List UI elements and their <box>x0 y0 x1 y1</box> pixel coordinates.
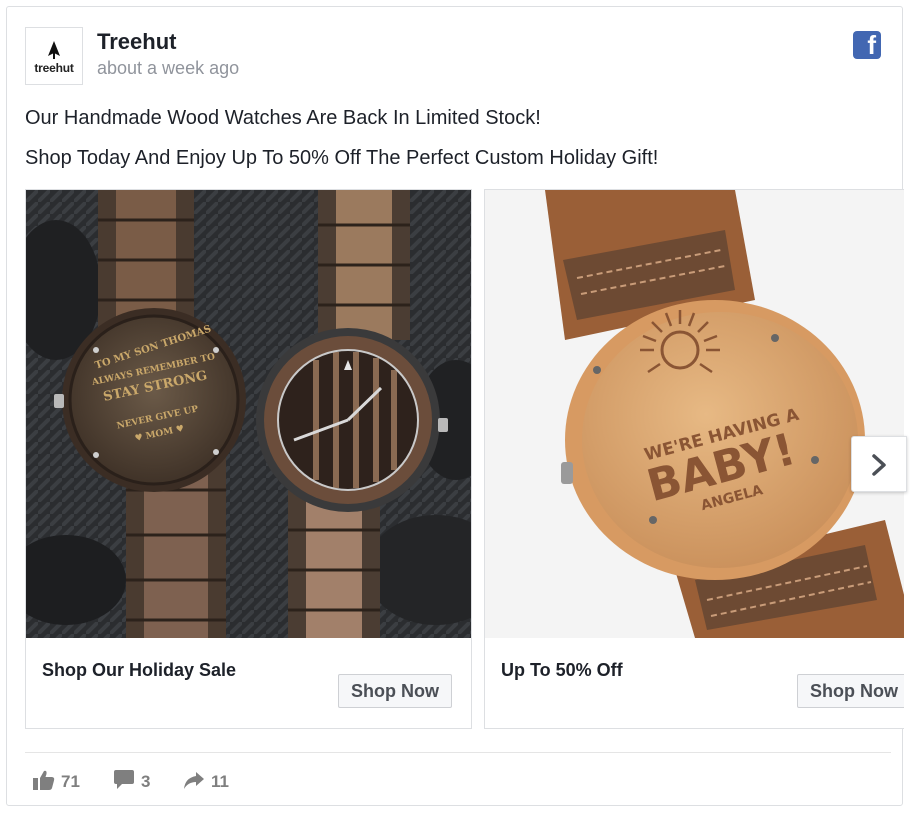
page-avatar[interactable]: treehut <box>25 27 83 85</box>
engraved-watch-photo[interactable]: WE'RE HAVING A BABY! ANGELA <box>485 190 904 638</box>
carousel-card-1[interactable]: TO MY SON THOMAS ALWAYS REMEMBER TO STAY… <box>25 189 472 729</box>
carousel: TO MY SON THOMAS ALWAYS REMEMBER TO STAY… <box>25 189 904 729</box>
carousel-next-button[interactable] <box>851 436 907 492</box>
watch-pair-photo[interactable]: TO MY SON THOMAS ALWAYS REMEMBER TO STAY… <box>26 190 471 638</box>
facebook-icon: f <box>853 30 881 60</box>
ad-post-card: treehut Treehut about a week ago f Our H… <box>6 6 907 806</box>
shares-number: 11 <box>211 772 229 791</box>
chevron-right-icon <box>872 454 886 476</box>
likes-count[interactable]: 71 <box>33 769 83 795</box>
shop-now-button[interactable]: Shop Now <box>338 674 452 708</box>
card-2-headline: Up To 50% Off <box>501 660 623 680</box>
logo-wordmark: treehut <box>34 61 74 75</box>
comment-icon <box>114 770 134 789</box>
carousel-card-2[interactable]: WE'RE HAVING A BABY! ANGELA Up To 50% Of… <box>484 189 904 729</box>
likes-number: 71 <box>61 772 80 791</box>
post-message-line-2: Shop Today And Enjoy Up To 50% Off The P… <box>25 147 659 169</box>
share-icon <box>184 772 204 789</box>
card-1-headline: Shop Our Holiday Sale <box>42 660 237 680</box>
tree-logo-icon <box>48 41 60 59</box>
shop-now-button[interactable]: Shop Now <box>797 674 904 708</box>
footer-divider <box>25 752 891 753</box>
post-message-line-1: Our Handmade Wood Watches Are Back In Li… <box>25 107 541 129</box>
comments-count[interactable]: 3 <box>113 769 153 795</box>
like-icon <box>33 770 55 790</box>
page-name-link[interactable]: Treehut <box>97 29 176 55</box>
post-timestamp[interactable]: about a week ago <box>97 58 239 79</box>
comments-number: 3 <box>141 772 151 791</box>
shares-count[interactable]: 11 <box>183 769 233 795</box>
